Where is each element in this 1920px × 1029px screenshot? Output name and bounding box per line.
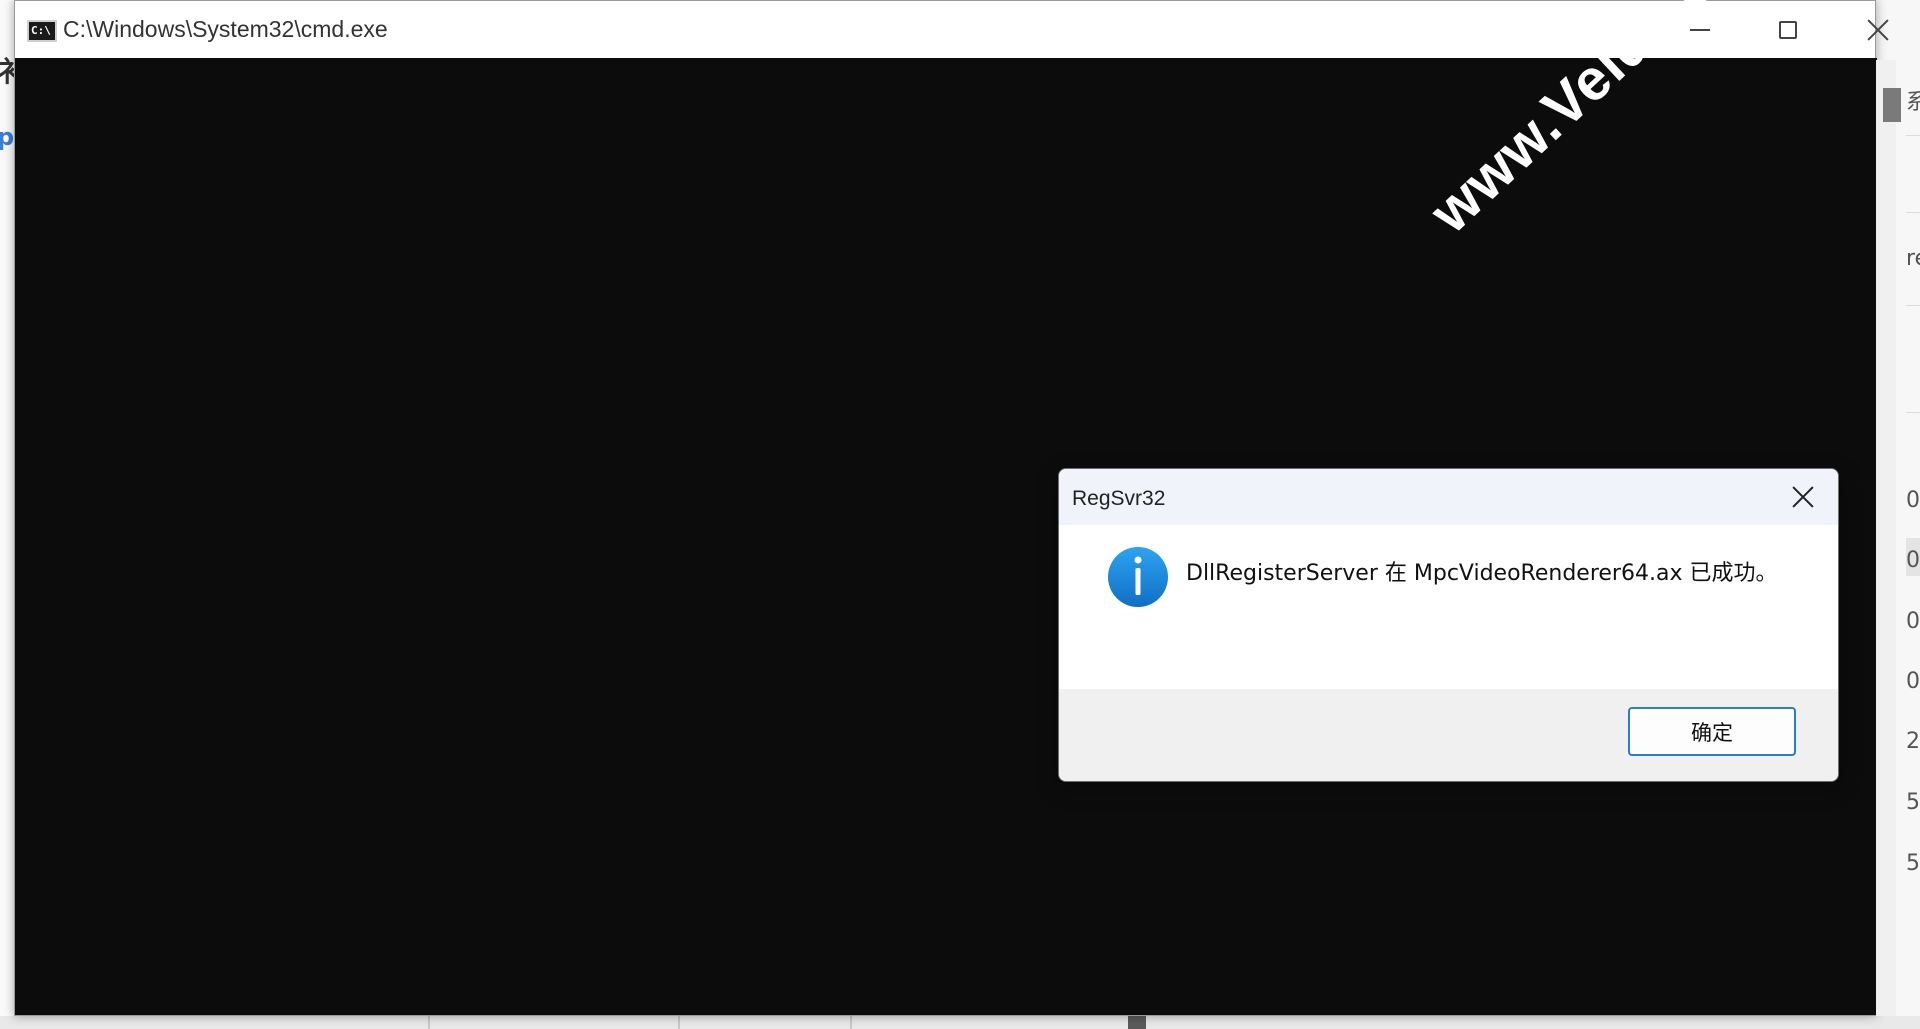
background-right-text: 5 (1906, 790, 1920, 815)
cmd-scrollbar[interactable] (1876, 60, 1896, 1016)
background-separator (428, 1016, 430, 1029)
background-right-text: 2: (1906, 729, 1920, 754)
background-right-text: 系 (1906, 90, 1920, 115)
background-divider (1906, 412, 1920, 413)
background-scroll-thumb[interactable] (1128, 1016, 1146, 1029)
ok-button[interactable]: 确定 (1628, 707, 1796, 756)
background-separator (678, 1016, 680, 1029)
background-right-text: 0 (1906, 488, 1920, 513)
background-bottom-bar (0, 1016, 1920, 1029)
close-icon (1792, 486, 1814, 508)
background-left-edge: 衤 p (0, 0, 14, 1029)
maximize-icon (1779, 20, 1797, 39)
background-divider (1906, 305, 1920, 306)
dialog-footer: 确定 (1059, 689, 1838, 781)
dialog-title: RegSvr32 (1072, 487, 1166, 510)
dialog-close-button[interactable] (1781, 479, 1825, 515)
background-divider (1906, 212, 1920, 213)
background-left-text: 衤 (0, 50, 14, 90)
cmd-window-title: C:\Windows\System32\cmd.exe (63, 16, 388, 42)
background-right-text: 0 (1906, 669, 1920, 694)
info-icon (1108, 547, 1168, 607)
background-left-link: p (0, 123, 14, 151)
background-divider (1906, 135, 1920, 136)
background-right-text: re (1906, 246, 1920, 271)
background-right-text: 0 (1906, 609, 1920, 634)
close-icon (1867, 19, 1889, 41)
close-button[interactable] (1833, 1, 1920, 58)
dialog-title-bar[interactable]: RegSvr32 (1059, 469, 1838, 525)
cmd-scroll-thumb[interactable] (1883, 88, 1901, 122)
background-right-text: 5 (1906, 851, 1920, 876)
dialog-message: DllRegisterServer 在 MpcVideoRenderer64.a… (1186, 561, 1778, 586)
dialog-content: DllRegisterServer 在 MpcVideoRenderer64.a… (1059, 525, 1838, 689)
background-separator (850, 1016, 852, 1029)
maximize-button[interactable] (1743, 1, 1833, 58)
regsvr32-dialog[interactable]: RegSvr32 DllRegisterServer 在 MpcVideoRen… (1058, 468, 1839, 782)
background-right-text: 0 (1906, 548, 1920, 573)
cmd-icon: C:\ (27, 20, 57, 42)
